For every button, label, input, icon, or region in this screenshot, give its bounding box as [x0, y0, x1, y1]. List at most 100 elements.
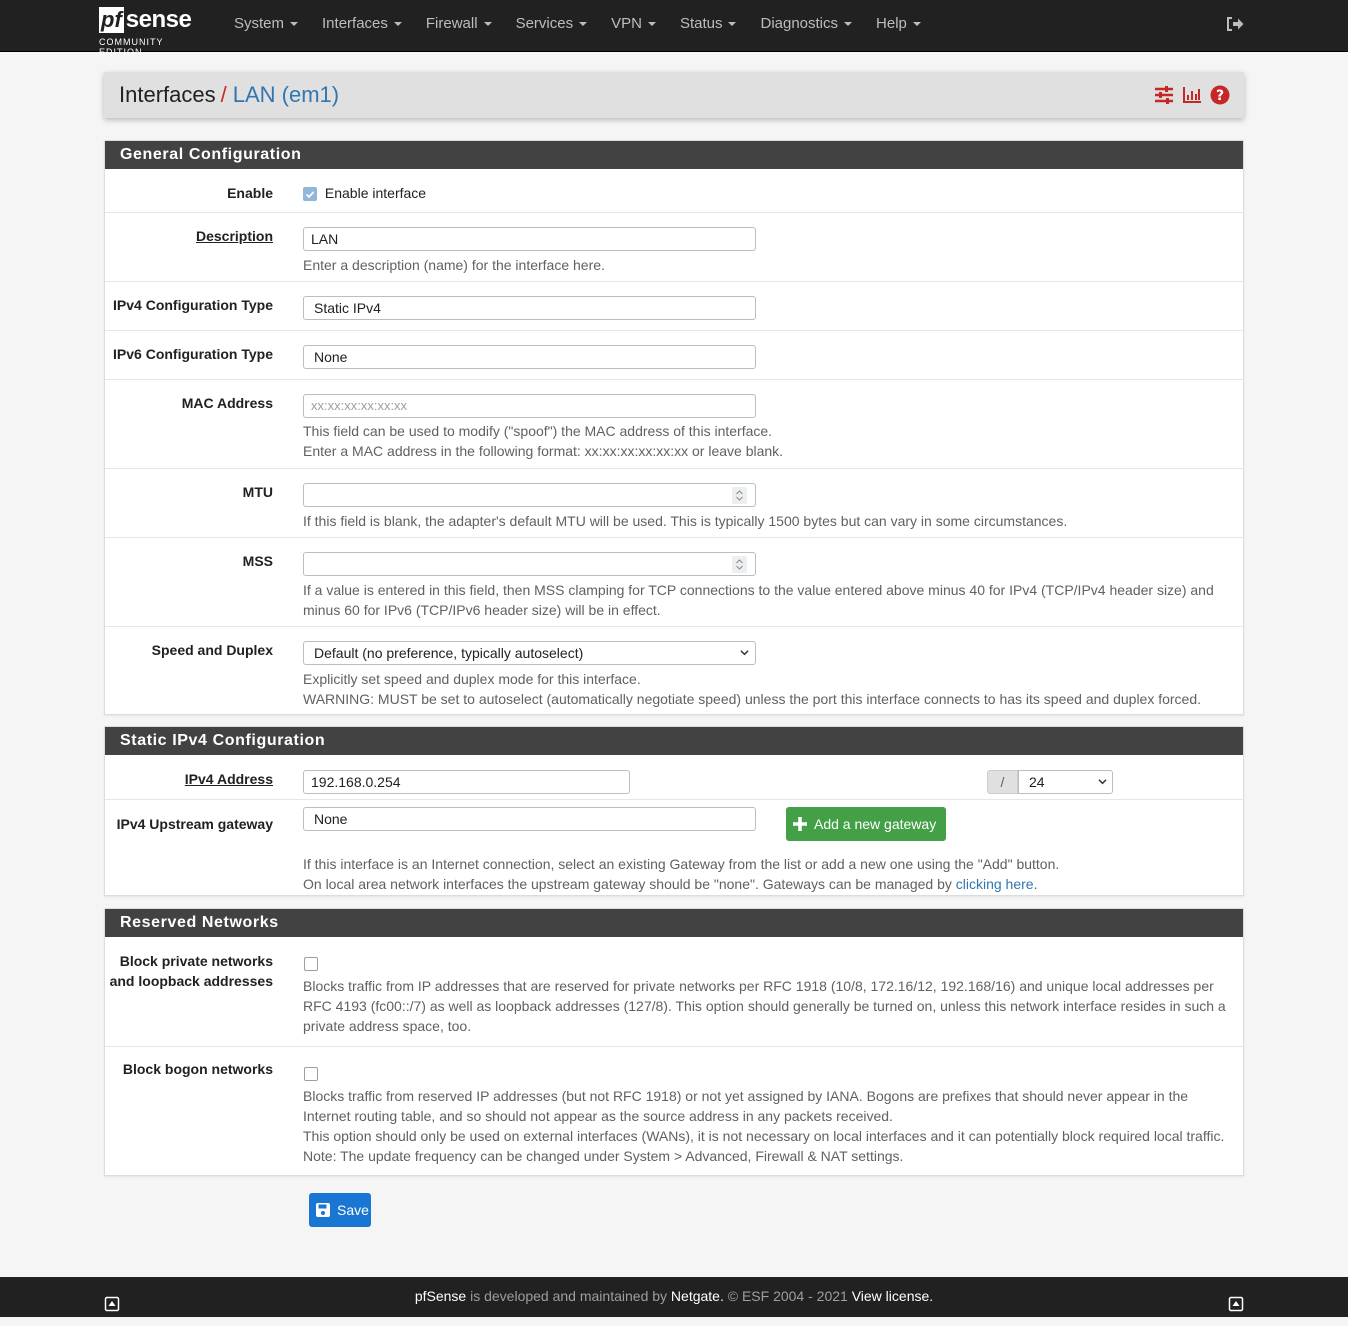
select-value: None	[303, 807, 756, 831]
mtu-input[interactable]	[303, 483, 756, 507]
netgate-link[interactable]: Netgate.	[671, 1288, 724, 1304]
ipv4-type-select[interactable]: Static IPv4	[303, 296, 1348, 320]
checkbox-label: Enable interface	[324, 185, 427, 201]
mac-address-input[interactable]: xx:xx:xx:xx:xx:xx	[303, 394, 756, 418]
caret-down-icon	[728, 22, 737, 27]
menu-diagnostics[interactable]: Diagnostics	[748, 0, 864, 52]
menu-label: System	[234, 15, 285, 32]
logo-sense: sense	[125, 6, 192, 33]
caret-down-icon	[844, 22, 853, 27]
menu-firewall[interactable]: Firewall	[414, 0, 504, 52]
breadcrumb-current[interactable]: LAN (em1)	[233, 82, 339, 107]
main-menu: System Interfaces Firewall Services VPN …	[222, 0, 933, 52]
menu-services[interactable]: Services	[504, 0, 600, 52]
spinner-icon[interactable]	[732, 556, 747, 573]
menu-interfaces[interactable]: Interfaces	[310, 0, 414, 52]
field-label: MAC Address	[181, 395, 273, 411]
scroll-top-icon[interactable]	[104, 1288, 120, 1312]
logo-pf: pf	[99, 7, 124, 33]
breadcrumb-bar: Interfaces / LAN (em1) ?	[104, 72, 1244, 118]
svg-text:?: ?	[1216, 88, 1224, 104]
field-label: Description	[195, 228, 273, 244]
speed-duplex-select[interactable]: Default (no preference, typically autose…	[303, 641, 1223, 665]
block-bogon-row: Block bogon networks Blocks traffic from…	[105, 1046, 1243, 1176]
enable-interface-checkbox[interactable]	[303, 187, 317, 202]
scroll-top-icon[interactable]	[1228, 1288, 1244, 1312]
help-text: Blocks traffic from IP addresses that ar…	[303, 978, 1226, 1035]
select-value: Default (no preference, typically autose…	[303, 641, 756, 665]
footer-product: pfSense	[414, 1288, 467, 1304]
select-value: Static IPv4	[303, 296, 756, 320]
field-label: Enable	[227, 185, 273, 201]
static-ipv4-panel: Static IPv4 Configuration IPv4 Address 1…	[104, 726, 1244, 896]
help-text: If this interface is an Internet connect…	[303, 856, 1060, 872]
menu-system[interactable]: System	[222, 0, 310, 52]
save-button[interactable]: Save	[309, 1193, 371, 1227]
help-text-part: On local area network interfaces the ups…	[303, 876, 956, 892]
field-label: IPv4 Configuration Type	[113, 297, 273, 313]
question-circle-icon[interactable]: ?	[1210, 85, 1230, 105]
ipv4-type-row: IPv4 Configuration Type Static IPv4	[105, 281, 1243, 330]
menu-label: Services	[515, 15, 574, 32]
breadcrumb-root[interactable]: Interfaces	[119, 82, 216, 107]
add-gateway-button[interactable]: Add a new gateway	[786, 807, 947, 841]
block-private-checkbox[interactable]	[304, 957, 318, 972]
description-input[interactable]: LAN	[303, 227, 756, 251]
ipv6-type-select[interactable]: None	[303, 345, 1348, 369]
view-license-link[interactable]: View license.	[852, 1288, 933, 1304]
spinner-icon[interactable]	[732, 487, 747, 504]
mss-input[interactable]	[303, 552, 756, 576]
field-label: MTU	[242, 484, 273, 500]
panel-title: Reserved Networks	[105, 909, 1243, 937]
block-private-row: Block private networks and loopback addr…	[105, 937, 1243, 1046]
help-text: On local area network interfaces the ups…	[303, 874, 1223, 894]
menu-label: Help	[876, 15, 907, 32]
sign-out-icon[interactable]	[1225, 14, 1245, 34]
general-configuration-panel: General Configuration Enable Enable inte…	[104, 140, 1244, 715]
menu-vpn[interactable]: VPN	[599, 0, 668, 52]
breadcrumb-separator: /	[220, 82, 227, 107]
reserved-networks-panel: Reserved Networks Block private networks…	[104, 908, 1244, 1176]
field-label: Speed and Duplex	[151, 642, 273, 658]
menu-help[interactable]: Help	[864, 0, 933, 52]
footer: pfSense is developed and maintained by N…	[0, 1277, 1348, 1317]
menu-label: Diagnostics	[760, 15, 839, 32]
mac-address-row: MAC Address xx:xx:xx:xx:xx:xx This field…	[105, 379, 1243, 468]
caret-down-icon	[483, 22, 492, 27]
description-row: Description LAN Enter a description (nam…	[105, 212, 1243, 281]
plus-icon	[793, 817, 807, 831]
caret-down-icon	[912, 22, 921, 27]
block-bogon-checkbox[interactable]	[304, 1067, 318, 1082]
field-label: IPv4 Upstream gateway	[116, 816, 273, 832]
manage-gateways-link[interactable]: clicking here	[956, 876, 1034, 892]
help-text: If a value is entered in this field, the…	[303, 582, 1214, 618]
menu-label: Interfaces	[322, 15, 388, 32]
help-text: If this field is blank, the adapter's de…	[303, 513, 1068, 529]
menu-status[interactable]: Status	[668, 0, 749, 52]
menu-label: Status	[679, 15, 723, 32]
help-text: This field can be used to modify ("spoof…	[303, 423, 773, 439]
breadcrumb: Interfaces / LAN (em1)	[119, 82, 339, 108]
help-text: Enter a MAC address in the following for…	[303, 443, 784, 459]
logo-edition: COMMUNITY EDITION	[99, 37, 164, 57]
select-value: None	[303, 345, 756, 369]
footer-copyright: © ESF 2004 - 2021	[723, 1288, 852, 1304]
ipv6-type-row: IPv6 Configuration Type None	[105, 330, 1243, 379]
caret-down-icon	[393, 22, 402, 27]
cidr-slash: /	[987, 770, 1018, 794]
field-label: Block private networks and loopback addr…	[105, 951, 273, 991]
help-text: This option should only be used on exter…	[303, 1128, 1225, 1145]
ipv4-address-input[interactable]: 192.168.0.254	[303, 770, 630, 794]
help-text: Explicitly set speed and duplex mode for…	[303, 671, 641, 687]
pfsense-logo[interactable]: pf sense COMMUNITY EDITION	[99, 5, 209, 57]
panel-title: General Configuration	[105, 141, 1243, 169]
cidr-select[interactable]: 24	[1018, 770, 1113, 794]
chevron-down-icon	[740, 650, 749, 656]
bar-chart-icon[interactable]	[1182, 85, 1202, 105]
mss-row: MSS If a value is entered in this field,…	[105, 537, 1243, 626]
sliders-icon[interactable]	[1154, 85, 1174, 105]
button-label: Add a new gateway	[814, 816, 937, 832]
field-label: IPv4 Address	[184, 771, 273, 787]
mtu-row: MTU If this field is blank, the adapter'…	[105, 468, 1243, 537]
field-label: MSS	[242, 553, 273, 569]
